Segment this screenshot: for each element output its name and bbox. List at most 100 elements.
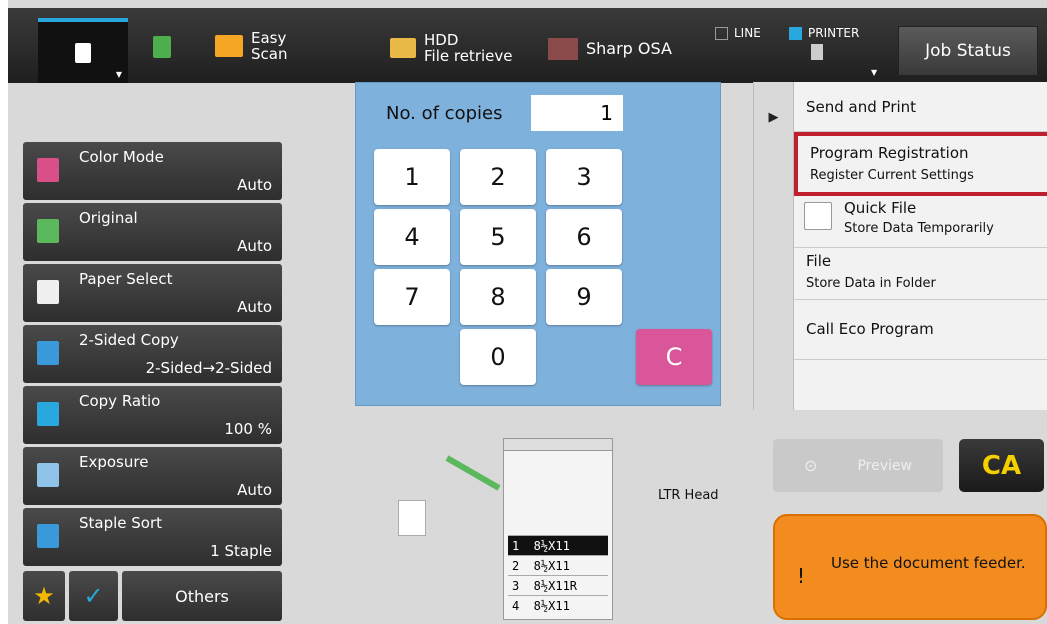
ltr-head-label: LTR Head [658,488,719,503]
setting-label: Copy Ratio [79,392,161,410]
clear-key[interactable]: C [636,329,712,385]
easy-scan-button[interactable]: Easy Scan [215,30,287,62]
message-text: Use the document feeder. [831,554,1026,572]
color-mode-icon [37,158,59,182]
quick-file-checkbox[interactable] [804,202,832,230]
others-button[interactable]: Others [122,571,282,621]
setting-color-mode-button[interactable]: Color Mode Auto [23,142,282,200]
printer-status-icon [789,26,802,40]
printer-icon [811,44,823,60]
setting-value: 2-Sided→2-Sided [145,359,272,377]
setting-label: Exposure [79,453,149,471]
preview-label: Preview [857,457,912,474]
preview-icon: ⊙ [804,456,818,475]
copy-mode-button[interactable]: ▼ [38,18,128,83]
call-eco-program-label: Call Eco Program [806,320,934,338]
call-eco-program-item[interactable]: Call Eco Program [794,300,1047,360]
job-status-button[interactable]: Job Status [898,26,1038,76]
copy-icon [75,42,91,63]
osa-icon [548,38,578,60]
setting-value: Auto [237,237,272,255]
setting-label: Color Mode [79,148,164,166]
staple-sort-icon [37,524,59,548]
folder-icon [390,38,416,58]
setting-value: 1 Staple [210,542,272,560]
key-3[interactable]: 3 [546,149,622,205]
setting-label: Staple Sort [79,514,163,532]
setting-copy-ratio-button[interactable]: Copy Ratio 100 % [23,386,282,444]
key-8[interactable]: 8 [460,269,536,325]
easy-scan-label: Easy Scan [251,29,288,63]
copy-screen: ▼ Easy Scan HDD File retrieve Sharp OSA … [8,0,1047,624]
setting-label: Original [79,209,138,227]
key-0[interactable]: 0 [460,329,536,385]
paper-tray-2[interactable]: 2 8½X11 [508,555,608,575]
line-indicator: LINE [715,26,761,40]
setting-value: Auto [237,298,272,316]
paper-trays: 1 8½X11 2 8½X11 3 8½X11R 4 8½X11 [508,535,608,615]
message-box: ! Use the document feeder. [773,514,1047,620]
copy-app-icon[interactable] [153,36,171,58]
quick-file-sublabel: Store Data Temporarily [844,221,994,236]
top-bar: ▼ Easy Scan HDD File retrieve Sharp OSA … [8,8,1047,83]
quick-file-item[interactable]: Quick File Store Data Temporarily [794,196,1047,248]
key-9[interactable]: 9 [546,269,622,325]
setting-value: Auto [237,481,272,499]
setting-value: 100 % [224,420,272,438]
numeric-keypad: No. of copies 1 1234567890C [355,82,721,406]
file-item[interactable]: File Store Data in Folder [794,248,1047,300]
line-status-icon [715,26,728,40]
paper-tray-4[interactable]: 4 8½X11 [508,595,608,615]
line-label: LINE [734,26,761,40]
copy-ratio-icon [37,402,59,426]
clear-all-button[interactable]: CA [959,439,1044,492]
bottom-buttons: ★ ✓ Others [23,571,282,621]
copies-label: No. of copies [386,103,503,124]
two-sided-icon [37,341,59,365]
paper-tray-3[interactable]: 3 8½X11R [508,575,608,595]
setting-2-sided-copy-button[interactable]: 2-Sided Copy 2-Sided→2-Sided [23,325,282,383]
setting-paper-select-button[interactable]: Paper Select Auto [23,264,282,322]
paper-select-icon [37,280,59,304]
output-tray [445,455,501,491]
key-2[interactable]: 2 [460,149,536,205]
settings-list: Color Mode Auto Original Auto Paper Select Au… [23,142,282,569]
original-paper-icon [398,500,426,536]
setting-label: Paper Select [79,270,173,288]
exposure-icon [37,463,59,487]
program-registration-label: Program Registration [810,144,969,162]
setting-exposure-button[interactable]: Exposure Auto [23,447,282,505]
preview-button[interactable]: ⊙ Preview [773,439,943,492]
program-registration-sublabel: Register Current Settings [810,168,974,183]
dropdown-icon: ▼ [115,70,122,79]
setting-original-button[interactable]: Original Auto [23,203,282,261]
send-and-print-item[interactable]: Send and Print [794,82,1047,132]
original-icon [37,219,59,243]
key-7[interactable]: 7 [374,269,450,325]
key-4[interactable]: 4 [374,209,450,265]
printer-label: PRINTER [808,26,860,40]
favorites-star-icon[interactable]: ★ [23,571,65,621]
send-and-print-label: Send and Print [806,98,917,116]
checkmark-icon[interactable]: ✓ [69,571,118,621]
panel-toggle-icon[interactable]: ▶ [754,82,794,410]
file-label: File [806,252,832,270]
hdd-label: HDD File retrieve [424,31,513,65]
printer-indicator[interactable]: PRINTER ▼ [789,26,877,77]
dropdown-icon: ▼ [871,68,878,77]
key-1[interactable]: 1 [374,149,450,205]
sharp-osa-button[interactable]: Sharp OSA [548,38,672,60]
easy-scan-icon [215,35,243,57]
warning-icon: ! [797,564,806,588]
program-registration-item[interactable]: Program Registration Register Current Se… [794,132,1047,196]
osa-label: Sharp OSA [586,39,672,58]
setting-value: Auto [237,176,272,194]
setting-staple-sort-button[interactable]: Staple Sort 1 Staple [23,508,282,566]
setting-label: 2-Sided Copy [79,331,179,349]
copies-field[interactable]: 1 [531,95,623,131]
paper-tray-1[interactable]: 1 8½X11 [508,535,608,555]
hdd-file-retrieve-button[interactable]: HDD File retrieve [390,32,512,64]
key-6[interactable]: 6 [546,209,622,265]
action-panel: ▶ Send and Print Program Registration Re… [753,82,1047,410]
key-5[interactable]: 5 [460,209,536,265]
